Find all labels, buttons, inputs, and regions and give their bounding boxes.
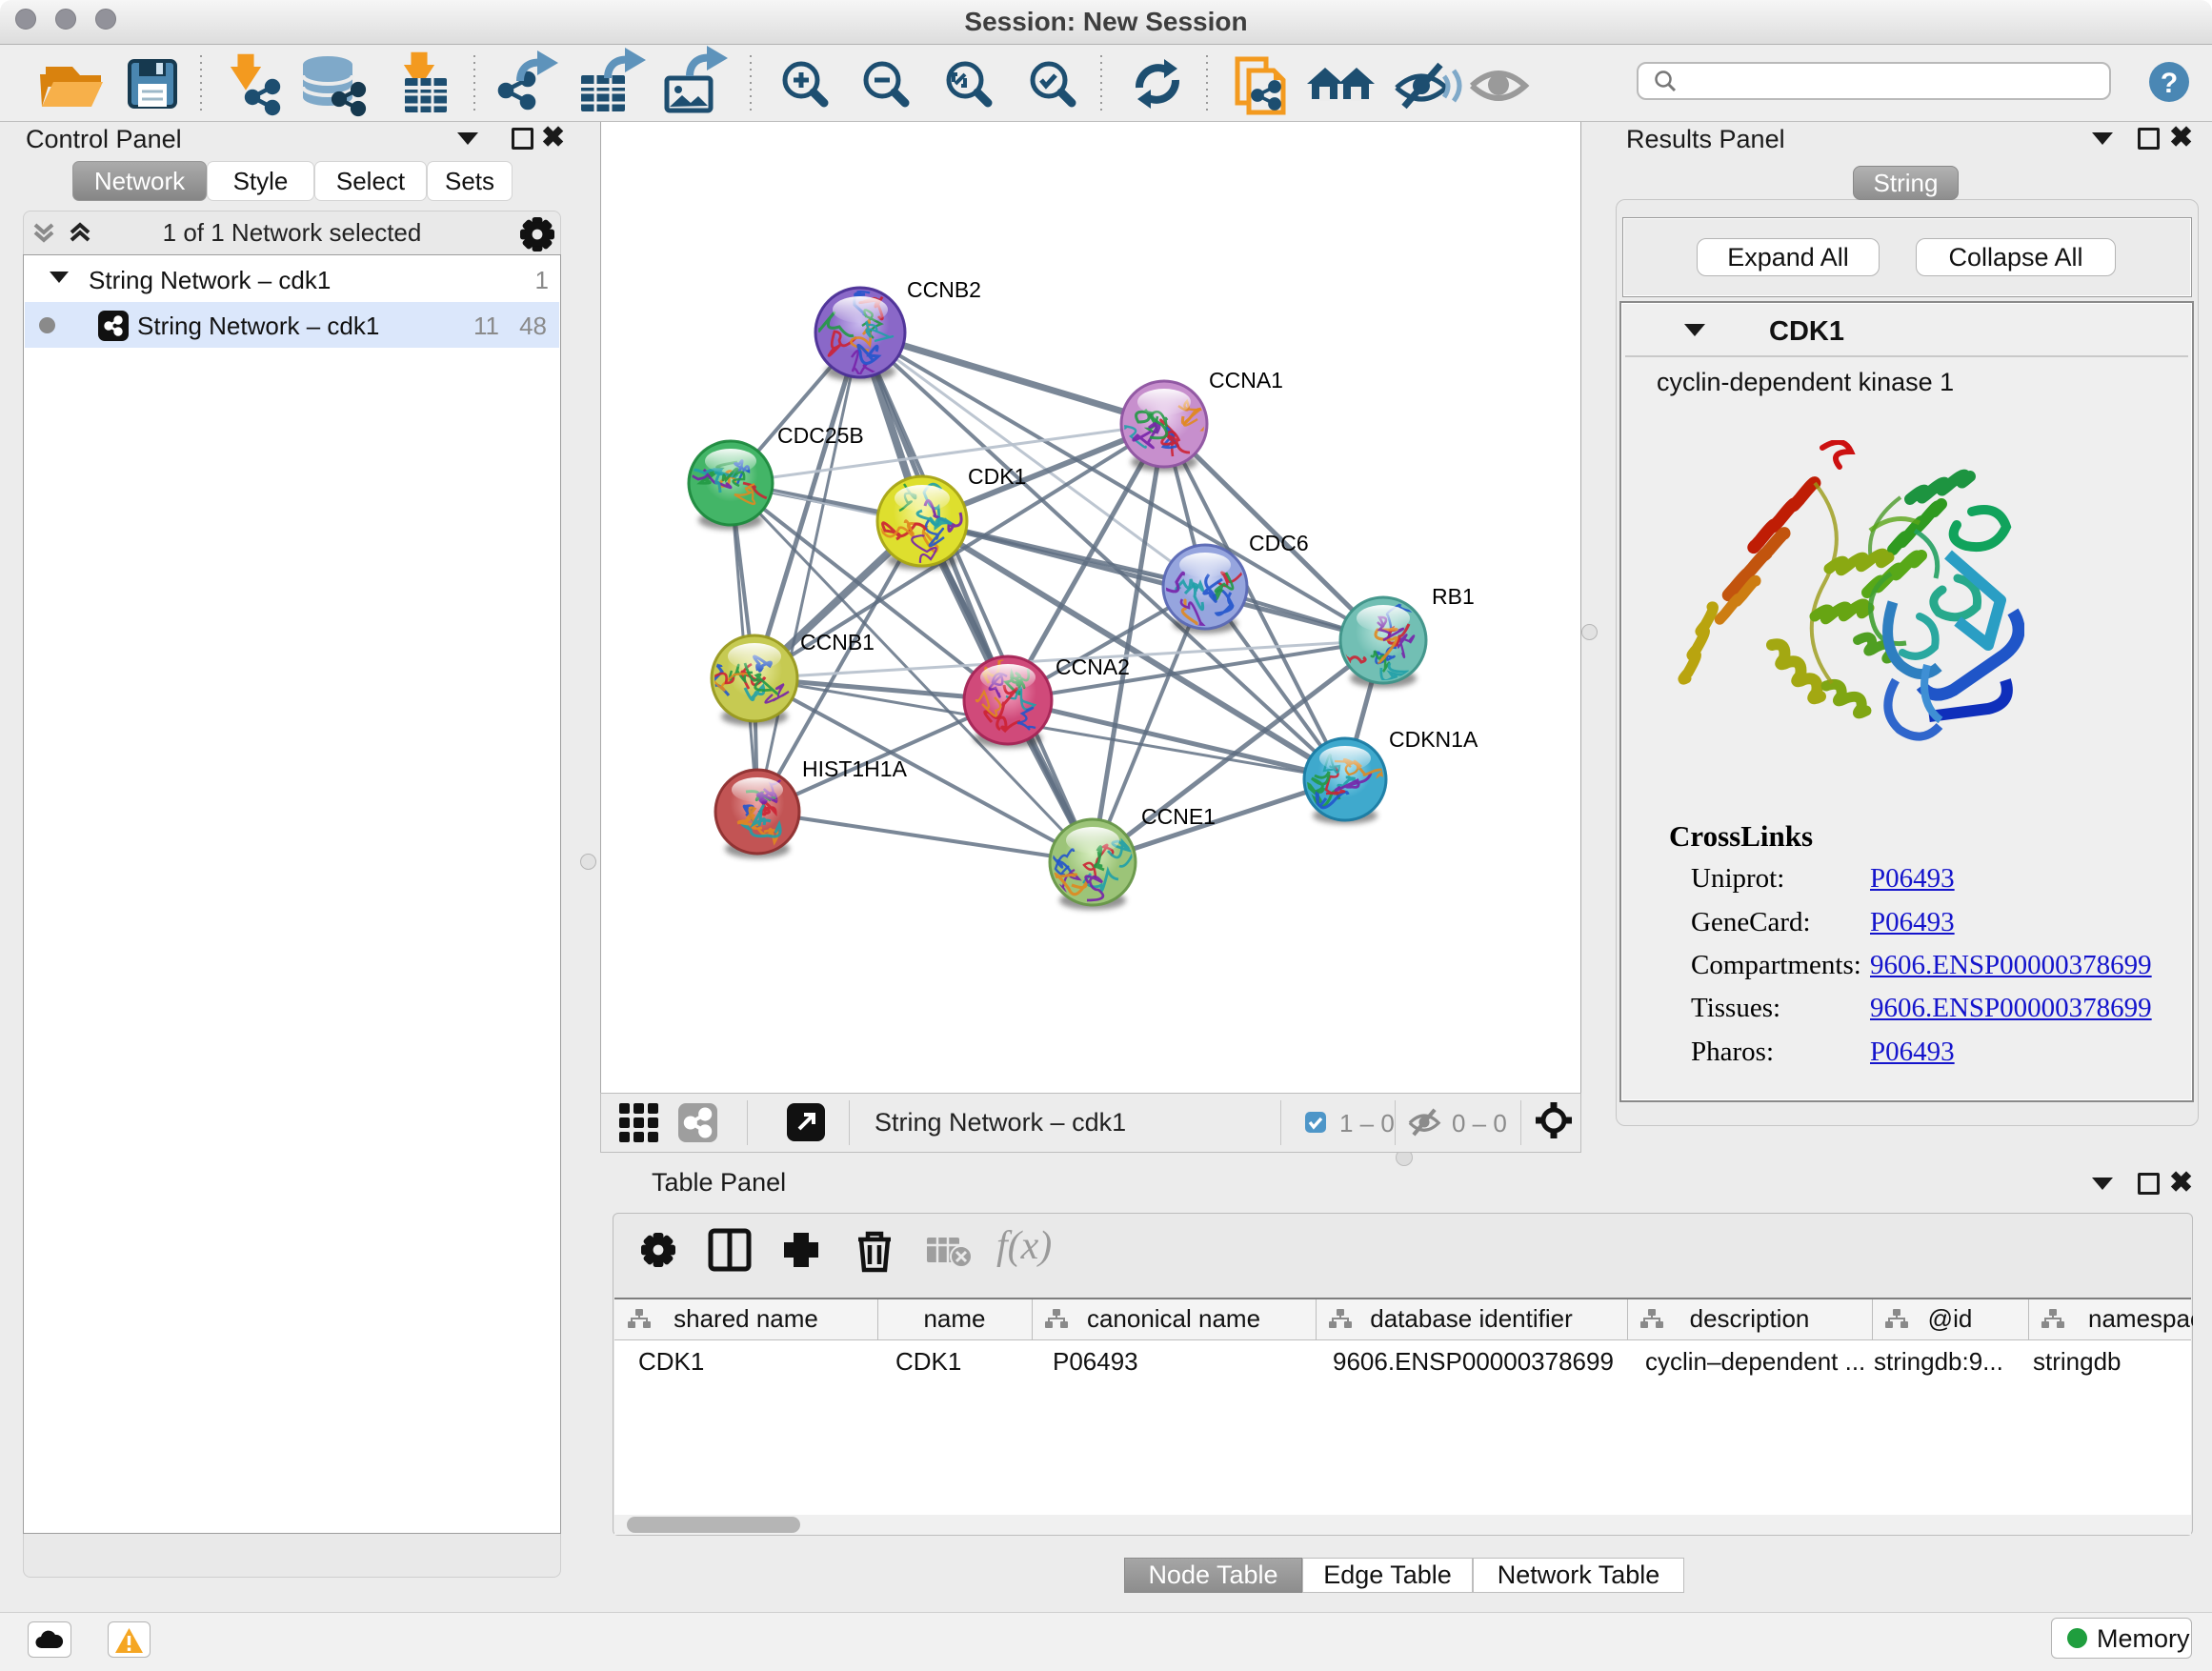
svg-text:CDC25B: CDC25B — [777, 423, 864, 448]
svg-text:CDKN1A: CDKN1A — [1389, 727, 1478, 752]
svg-text:?: ? — [2161, 68, 2178, 99]
svg-text:HIST1H1A: HIST1H1A — [802, 756, 908, 781]
svg-text:CDK1: CDK1 — [968, 464, 1026, 489]
svg-text:CCNE1: CCNE1 — [1141, 804, 1216, 829]
svg-text:CCNA2: CCNA2 — [1056, 654, 1130, 679]
svg-text:RB1: RB1 — [1432, 584, 1475, 609]
svg-text:CCNA1: CCNA1 — [1209, 368, 1283, 393]
svg-text:CCNB2: CCNB2 — [907, 277, 981, 302]
svg-text:CDC6: CDC6 — [1249, 531, 1309, 555]
svg-text:CCNB1: CCNB1 — [800, 630, 875, 654]
